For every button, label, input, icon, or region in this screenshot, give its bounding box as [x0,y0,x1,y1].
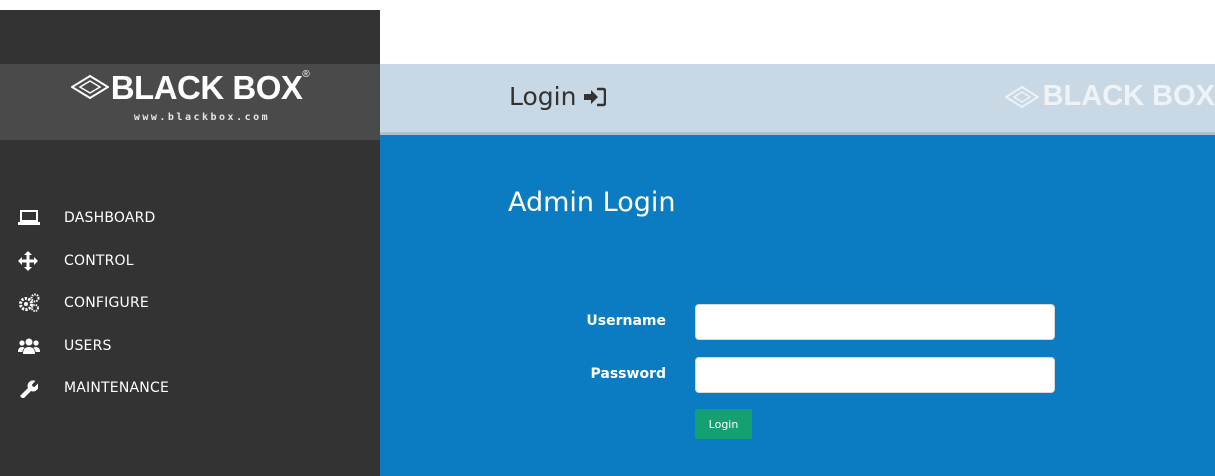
password-label: Password [590,366,666,382]
page-header: Login BLACK BOX [380,64,1215,135]
wrench-icon [18,377,44,399]
sidebar-item-label: MAINTENANCE [64,380,169,397]
registered-mark-icon: ® [302,69,310,80]
sidebar-item-label: CONFIGURE [64,295,149,312]
sign-in-icon [584,87,607,107]
black-box-diamond-icon [1004,85,1039,108]
sidebar-item-dashboard[interactable]: DASHBOARD [0,197,380,240]
page-title-text: Login [509,82,577,111]
black-box-diamond-icon [70,75,109,100]
admin-login-title: Admin Login [508,187,676,218]
sidebar-item-label: CONTROL [64,252,134,269]
logo-text: BLACK BOX [110,69,303,106]
move-arrows-icon [18,250,44,272]
sidebar-item-maintenance[interactable]: MAINTENANCE [0,367,380,410]
gears-icon [18,292,44,314]
header-logo: BLACK BOX [1004,80,1215,113]
sidebar-item-label: DASHBOARD [64,210,156,227]
sidebar-item-configure[interactable]: CONFIGURE [0,282,380,325]
sidebar-item-users[interactable]: USERS [0,325,380,368]
login-panel: Admin Login Username Password Login [380,135,1215,476]
sidebar-nav: DASHBOARD CONTROL CONFIGURE USERS MAINTE… [0,197,380,410]
page-title: Login [509,82,607,111]
password-field[interactable] [695,357,1055,393]
sidebar: BLACK BOX® www.blackbox.com DASHBOARD CO… [0,10,380,476]
header-logo-text: BLACK BOX [1042,80,1215,112]
sidebar-item-control[interactable]: CONTROL [0,240,380,283]
app-window: BLACK BOX® www.blackbox.com DASHBOARD CO… [0,0,1215,476]
sidebar-logo: BLACK BOX® www.blackbox.com [0,64,380,140]
users-icon [18,335,44,357]
logo-url: www.blackbox.com [133,112,271,123]
sidebar-item-label: USERS [64,337,112,354]
username-field[interactable] [695,304,1055,340]
username-label: Username [586,313,666,329]
laptop-icon [18,207,44,229]
login-button[interactable]: Login [695,409,752,439]
